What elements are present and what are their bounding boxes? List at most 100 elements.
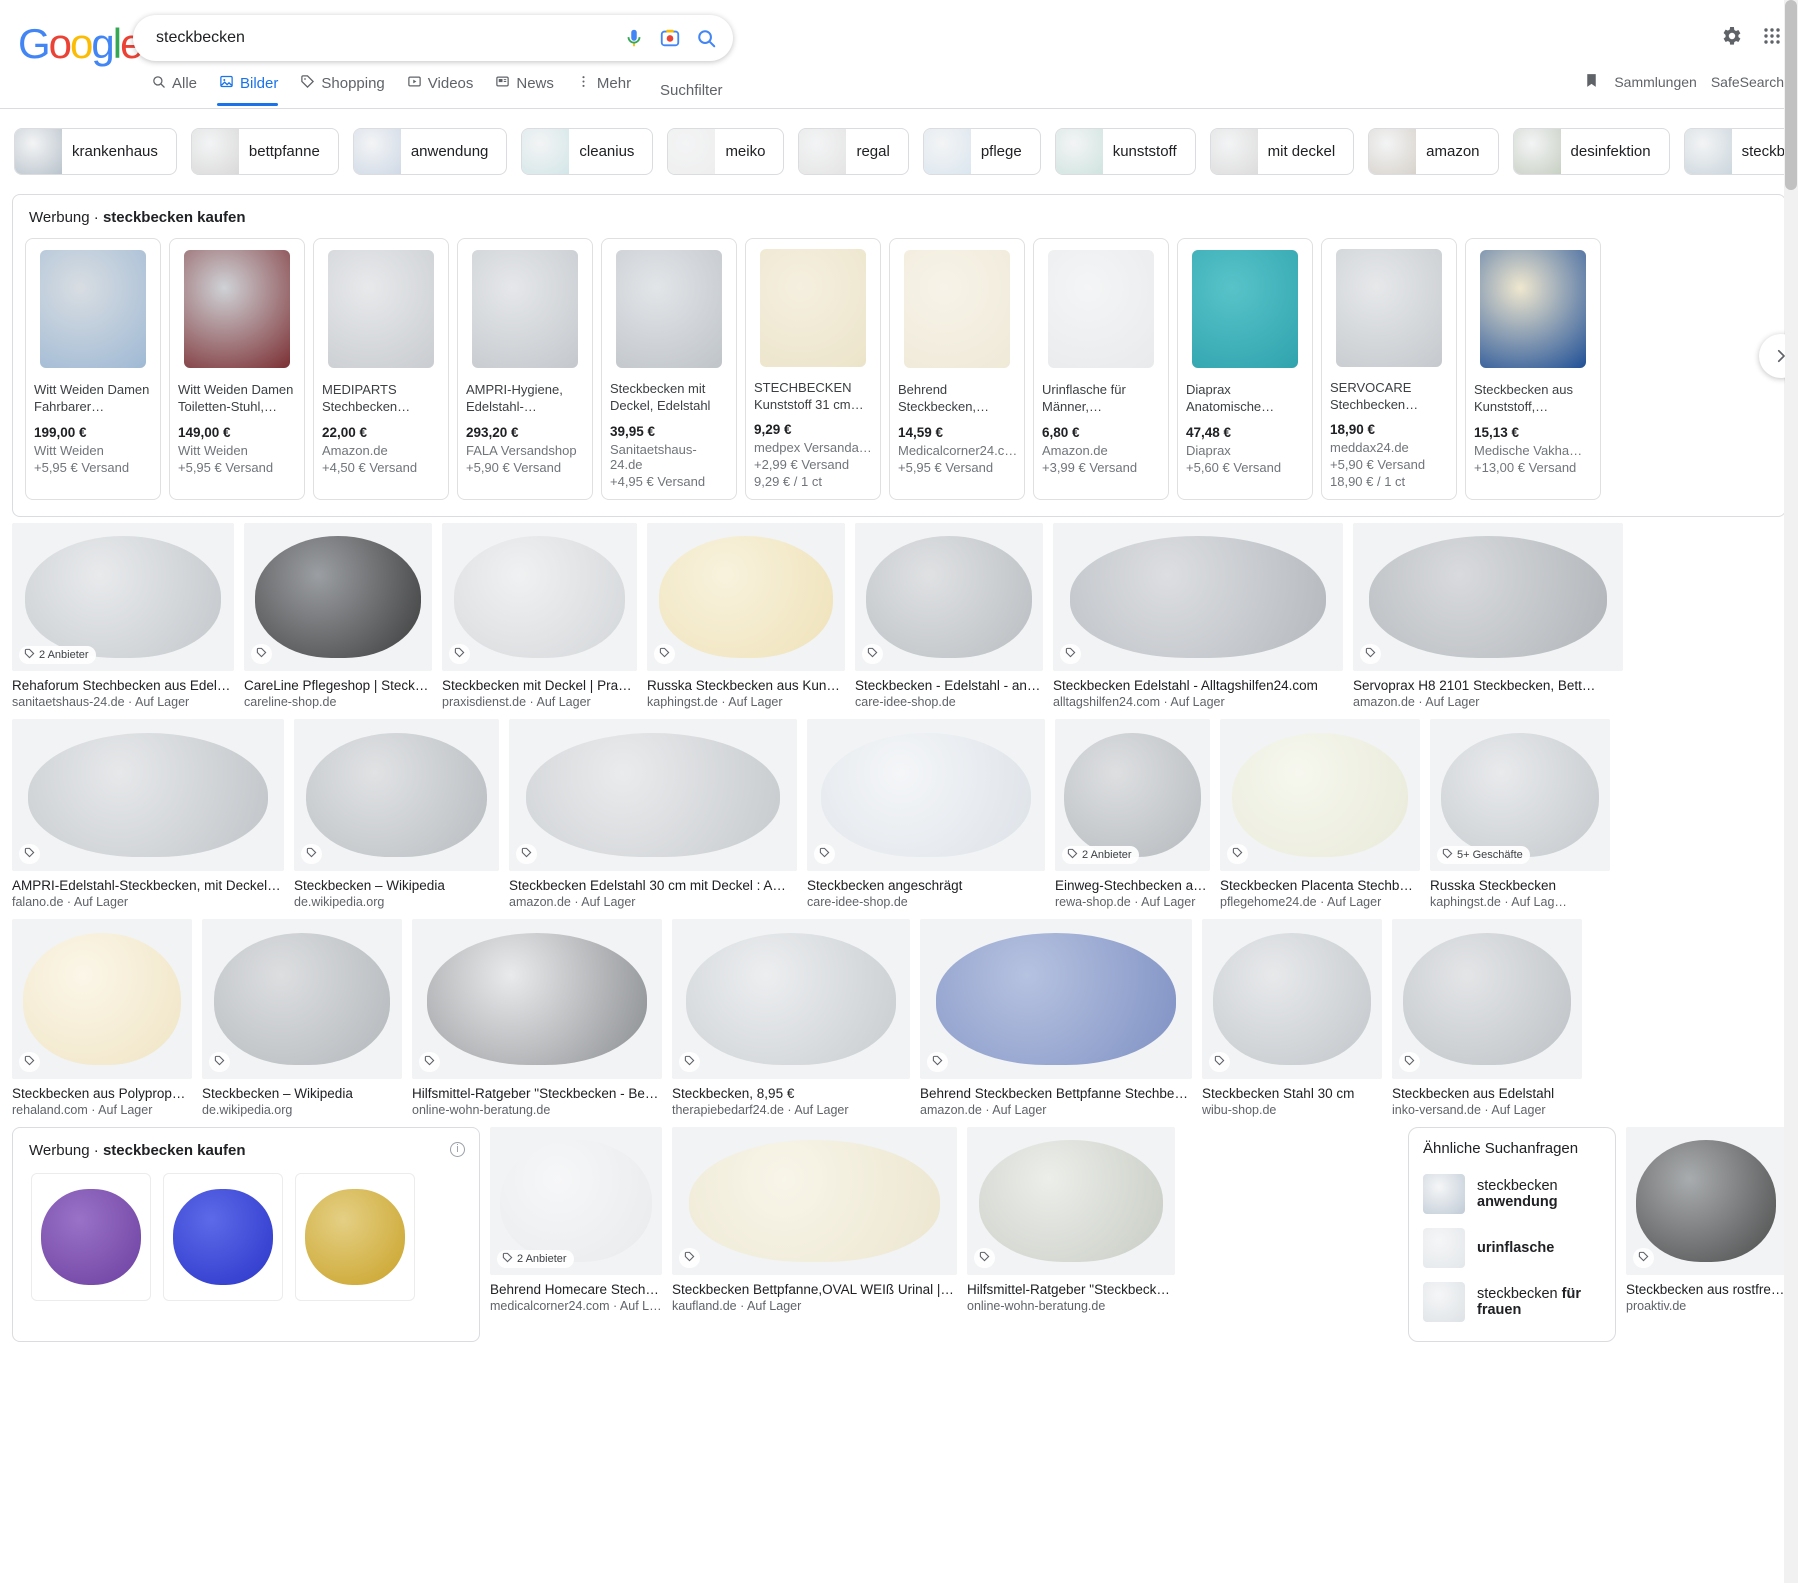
tab-mehr[interactable]: Mehr <box>568 74 645 103</box>
tab-alle[interactable]: Alle <box>143 74 211 103</box>
tab-videos[interactable]: Videos <box>399 74 488 103</box>
related-search-item-0[interactable]: steckbecken anwendung <box>1423 1167 1601 1221</box>
result-title[interactable]: Hilfsmittel-Ratgeber "Steckbecken - Bett… <box>412 1086 662 1101</box>
result-title[interactable]: Steckbecken Edelstahl - Alltagshilfen24.… <box>1053 678 1343 693</box>
image-result-tile[interactable]: Steckbecken angeschrägt care-idee-shop.d… <box>807 719 1045 909</box>
safesearch-link[interactable]: SafeSearch <box>1711 74 1784 90</box>
result-title[interactable]: Rehaforum Stechbecken aus Edelstahl <box>12 678 234 693</box>
result-thumbnail[interactable] <box>442 523 637 671</box>
related-search-item-2[interactable]: steckbecken für frauen <box>1423 1275 1601 1329</box>
bookmark-icon[interactable] <box>1583 72 1600 92</box>
shopping-ad-card-7[interactable]: Urinflasche für Männer,… 6,80 € Amazon.d… <box>1033 238 1169 500</box>
result-thumbnail[interactable]: 5+ Geschäfte <box>1430 719 1610 871</box>
shopping-ad-card-1[interactable]: Witt Weiden Damen Toiletten-Stuhl,… 149,… <box>169 238 305 500</box>
image-result-tile[interactable]: 2 Anbieter Einweg-Stechbecken aus Zell… … <box>1055 719 1210 909</box>
image-result-tile[interactable]: 2 Anbieter Behrend Homecare Stechbeck… m… <box>490 1127 662 1342</box>
scrollbar-thumb[interactable] <box>1785 0 1797 190</box>
result-title[interactable]: Steckbecken Stahl 30 cm <box>1202 1086 1382 1101</box>
bottom-ad-card-2[interactable] <box>295 1173 415 1301</box>
info-icon[interactable]: i <box>450 1142 465 1157</box>
image-result-tile[interactable]: AMPRI-Edelstahl-Steckbecken, mit Deckel,… <box>12 719 284 909</box>
result-thumbnail[interactable] <box>1220 719 1420 871</box>
shopping-ad-card-10[interactable]: Steckbecken aus Kunststoff,… 15,13 € Med… <box>1465 238 1601 500</box>
result-title[interactable]: Steckbecken Placenta Stechbecken an… <box>1220 878 1420 893</box>
bottom-ad-card-0[interactable] <box>31 1173 151 1301</box>
filter-chip-7[interactable]: kunststoff <box>1054 128 1196 175</box>
gear-icon[interactable] <box>1720 24 1744 53</box>
search-box[interactable] <box>133 15 733 61</box>
result-thumbnail[interactable] <box>12 719 284 871</box>
result-thumbnail[interactable] <box>244 523 432 671</box>
image-result-tile[interactable]: 5+ Geschäfte Russka Steckbecken kaphings… <box>1430 719 1610 909</box>
search-submit-icon[interactable] <box>688 20 724 56</box>
filter-chip-11[interactable]: steckbeckenspüler <box>1683 128 1798 175</box>
shopping-ad-card-8[interactable]: Diaprax Anatomische… 47,48 € Diaprax +5,… <box>1177 238 1313 500</box>
tab-bilder[interactable]: Bilder <box>211 74 292 106</box>
ads-query[interactable]: steckbecken kaufen <box>103 209 246 226</box>
filter-chip-4[interactable]: meiko <box>667 128 785 175</box>
result-thumbnail[interactable] <box>920 919 1192 1079</box>
result-title[interactable]: Steckbecken angeschrägt <box>807 878 1045 893</box>
collections-link[interactable]: Sammlungen <box>1614 74 1697 90</box>
result-title[interactable]: Behrend Steckbecken Bettpfanne Stechbeck… <box>920 1086 1192 1101</box>
image-result-tile[interactable]: Steckbecken mit Deckel | Praxisdienst pr… <box>442 523 637 709</box>
image-result-tile[interactable]: Steckbecken - Edelstahl - anatomisch car… <box>855 523 1043 709</box>
filter-chip-5[interactable]: regal <box>798 128 909 175</box>
camera-lens-icon[interactable] <box>652 20 688 56</box>
image-result-tile[interactable]: CareLine Pflegeshop | Steckbecken E… car… <box>244 523 432 709</box>
result-title[interactable]: AMPRI-Edelstahl-Steckbecken, mit Deckel,… <box>12 878 284 893</box>
result-thumbnail[interactable] <box>647 523 845 671</box>
image-result-tile[interactable]: Steckbecken Stahl 30 cm wibu-shop.de <box>1202 919 1382 1117</box>
result-thumbnail[interactable] <box>1626 1127 1786 1275</box>
image-result-tile[interactable]: Servoprax H8 2101 Steckbecken, Bett… ama… <box>1353 523 1623 709</box>
image-result-tile[interactable]: Steckbecken aus rostfreie… proaktiv.de <box>1626 1127 1786 1313</box>
result-thumbnail[interactable] <box>807 719 1045 871</box>
image-result-tile[interactable]: Steckbecken Bettpfanne,OVAL WEIß Urinal … <box>672 1127 957 1342</box>
image-result-tile[interactable]: Steckbecken, 8,95 € therapiebedarf24.de … <box>672 919 910 1117</box>
result-thumbnail[interactable] <box>1053 523 1343 671</box>
result-thumbnail[interactable]: 2 Anbieter <box>1055 719 1210 871</box>
image-result-tile[interactable]: Hilfsmittel-Ratgeber "Steckbecken - Bett… <box>412 919 662 1117</box>
search-filters-button[interactable]: Suchfilter <box>660 82 723 99</box>
filter-chip-8[interactable]: mit deckel <box>1209 128 1355 175</box>
filter-chip-6[interactable]: pflege <box>922 128 1041 175</box>
result-title[interactable]: Steckbecken Bettpfanne,OVAL WEIß Urinal … <box>672 1282 957 1297</box>
result-thumbnail[interactable] <box>412 919 662 1079</box>
image-result-tile[interactable]: Steckbecken – Wikipedia de.wikipedia.org <box>294 719 499 909</box>
result-title[interactable]: Steckbecken mit Deckel | Praxisdienst <box>442 678 637 693</box>
filter-chip-0[interactable]: krankenhaus <box>14 128 177 175</box>
shopping-ad-card-3[interactable]: AMPRI-Hygiene, Edelstahl-… 293,20 € FALA… <box>457 238 593 500</box>
search-input[interactable] <box>154 28 616 48</box>
shopping-ad-card-2[interactable]: MEDIPARTS Stechbecken… 22,00 € Amazon.de… <box>313 238 449 500</box>
result-thumbnail[interactable] <box>672 919 910 1079</box>
result-title[interactable]: Russka Steckbecken aus Kunststoff <box>647 678 845 693</box>
related-search-item-1[interactable]: urinflasche <box>1423 1221 1601 1275</box>
result-thumbnail[interactable]: 2 Anbieter <box>490 1127 662 1275</box>
image-result-tile[interactable]: Steckbecken Placenta Stechbecken an… pfl… <box>1220 719 1420 909</box>
result-thumbnail[interactable] <box>202 919 402 1079</box>
filter-chip-9[interactable]: amazon <box>1368 128 1499 175</box>
result-thumbnail[interactable] <box>672 1127 957 1275</box>
result-title[interactable]: Steckbecken – Wikipedia <box>294 878 499 893</box>
filter-chip-3[interactable]: cleanius <box>521 128 654 175</box>
image-result-tile[interactable]: Steckbecken Edelstahl 30 cm mit Deckel :… <box>509 719 797 909</box>
page-scrollbar[interactable] <box>1784 0 1798 1583</box>
result-thumbnail[interactable] <box>855 523 1043 671</box>
result-title[interactable]: Russka Steckbecken <box>1430 878 1610 893</box>
shopping-ad-card-5[interactable]: STECHBECKEN Kunststoff 31 cm… 9,29 € med… <box>745 238 881 500</box>
result-thumbnail[interactable] <box>1353 523 1623 671</box>
image-result-tile[interactable]: Steckbecken – Wikipedia de.wikipedia.org <box>202 919 402 1117</box>
shopping-ad-card-9[interactable]: SERVOCARE Stechbecken… 18,90 € meddax24.… <box>1321 238 1457 500</box>
apps-grid-icon[interactable] <box>1760 24 1784 53</box>
result-title[interactable]: Steckbecken, 8,95 € <box>672 1086 910 1101</box>
shopping-ad-card-4[interactable]: Steckbecken mit Deckel, Edelstahl 39,95 … <box>601 238 737 500</box>
image-result-tile[interactable]: 2 Anbieter Rehaforum Stechbecken aus Ede… <box>12 523 234 709</box>
image-result-tile[interactable]: Russka Steckbecken aus Kunststoff kaphin… <box>647 523 845 709</box>
filter-chip-2[interactable]: anwendung <box>352 128 508 175</box>
result-title[interactable]: Hilfsmittel-Ratgeber "Steckbecken - Bett… <box>967 1282 1175 1297</box>
tab-shopping[interactable]: Shopping <box>292 74 398 103</box>
image-result-tile[interactable]: Steckbecken aus Polypropylen | Uri… reha… <box>12 919 192 1117</box>
result-thumbnail[interactable] <box>12 919 192 1079</box>
image-result-tile[interactable]: Steckbecken aus Edelstahl inko-versand.d… <box>1392 919 1582 1117</box>
shopping-ad-card-6[interactable]: Behrend Steckbecken,… 14,59 € Medicalcor… <box>889 238 1025 500</box>
